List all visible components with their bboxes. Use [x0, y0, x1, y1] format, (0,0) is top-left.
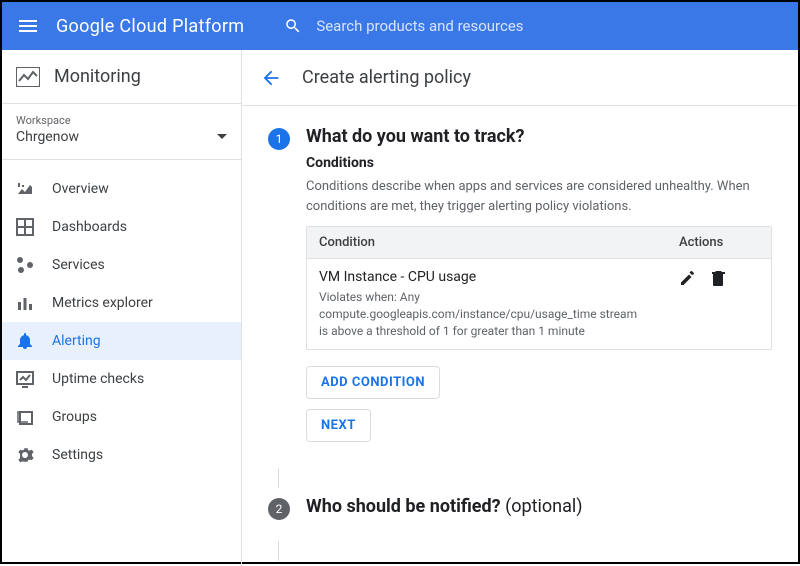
monitoring-icon	[16, 67, 40, 87]
conditions-subheading: Conditions	[306, 155, 772, 171]
nav-overview[interactable]: Overview	[2, 170, 241, 208]
content: 1 What do you want to track? Conditions …	[242, 106, 798, 566]
step-2-title: Who should be notified? (optional)	[306, 496, 772, 517]
add-condition-button[interactable]: ADD CONDITION	[306, 366, 440, 399]
nav-alerting[interactable]: Alerting	[2, 322, 241, 360]
conditions-description: Conditions describe when apps and servic…	[306, 177, 772, 216]
step-connector	[278, 541, 279, 561]
menu-icon[interactable]	[16, 14, 40, 38]
sidebar: Monitoring Workspace Chrgenow Overview D…	[2, 50, 242, 566]
nav-groups[interactable]: Groups	[2, 398, 241, 436]
nav-label: Metrics explorer	[52, 295, 153, 311]
col-actions: Actions	[679, 235, 759, 250]
back-arrow-icon[interactable]	[260, 67, 282, 89]
next-button[interactable]: NEXT	[306, 409, 371, 442]
page-header: Create alerting policy	[242, 50, 798, 106]
search-input[interactable]	[316, 17, 616, 35]
edit-icon[interactable]	[679, 269, 697, 287]
nav-label: Services	[52, 257, 105, 273]
workspace-selector[interactable]: Workspace Chrgenow	[2, 104, 241, 160]
nav-label: Settings	[52, 447, 103, 463]
alerting-icon	[16, 332, 34, 350]
workspace-label: Workspace	[16, 114, 227, 127]
condition-name: VM Instance - CPU usage	[319, 269, 679, 285]
groups-icon	[16, 408, 34, 426]
step-connector	[278, 468, 279, 488]
condition-detail: Violates when: Any compute.googleapis.co…	[319, 289, 679, 339]
nav-settings[interactable]: Settings	[2, 436, 241, 474]
metrics-icon	[16, 294, 34, 312]
overview-icon	[16, 180, 34, 198]
nav-label: Groups	[52, 409, 97, 425]
page-title: Create alerting policy	[302, 67, 471, 88]
step-badge-2: 2	[268, 498, 290, 520]
step-2: 2 Who should be notified? (optional)	[268, 496, 772, 525]
top-bar: Google Cloud Platform	[2, 2, 798, 50]
nav-label: Overview	[52, 181, 109, 197]
nav-label: Alerting	[52, 333, 101, 349]
main-area: Create alerting policy 1 What do you wan…	[242, 50, 798, 566]
col-condition: Condition	[319, 235, 679, 250]
nav-uptime[interactable]: Uptime checks	[2, 360, 241, 398]
nav-label: Dashboards	[52, 219, 127, 235]
nav-metrics-explorer[interactable]: Metrics explorer	[2, 284, 241, 322]
module-header: Monitoring	[2, 50, 241, 104]
step-badge-1: 1	[268, 128, 290, 150]
delete-icon[interactable]	[709, 269, 727, 287]
caret-down-icon	[217, 132, 227, 142]
step-1-title: What do you want to track?	[306, 126, 772, 147]
table-row: VM Instance - CPU usage Violates when: A…	[307, 258, 771, 349]
module-title: Monitoring	[54, 66, 141, 87]
brand-title: Google Cloud Platform	[56, 16, 244, 37]
conditions-table: Condition Actions VM Instance - CPU usag…	[306, 226, 772, 350]
nav-label: Uptime checks	[52, 371, 144, 387]
dashboards-icon	[16, 218, 34, 236]
workspace-value: Chrgenow	[16, 129, 79, 145]
search-icon	[284, 17, 302, 35]
step-1: 1 What do you want to track? Conditions …	[268, 126, 772, 452]
nav-services[interactable]: Services	[2, 246, 241, 284]
uptime-icon	[16, 370, 34, 388]
gear-icon	[16, 446, 34, 464]
services-icon	[16, 256, 34, 274]
nav-list: Overview Dashboards Services Metrics exp…	[2, 160, 241, 484]
search-wrap	[284, 17, 784, 35]
nav-dashboards[interactable]: Dashboards	[2, 208, 241, 246]
